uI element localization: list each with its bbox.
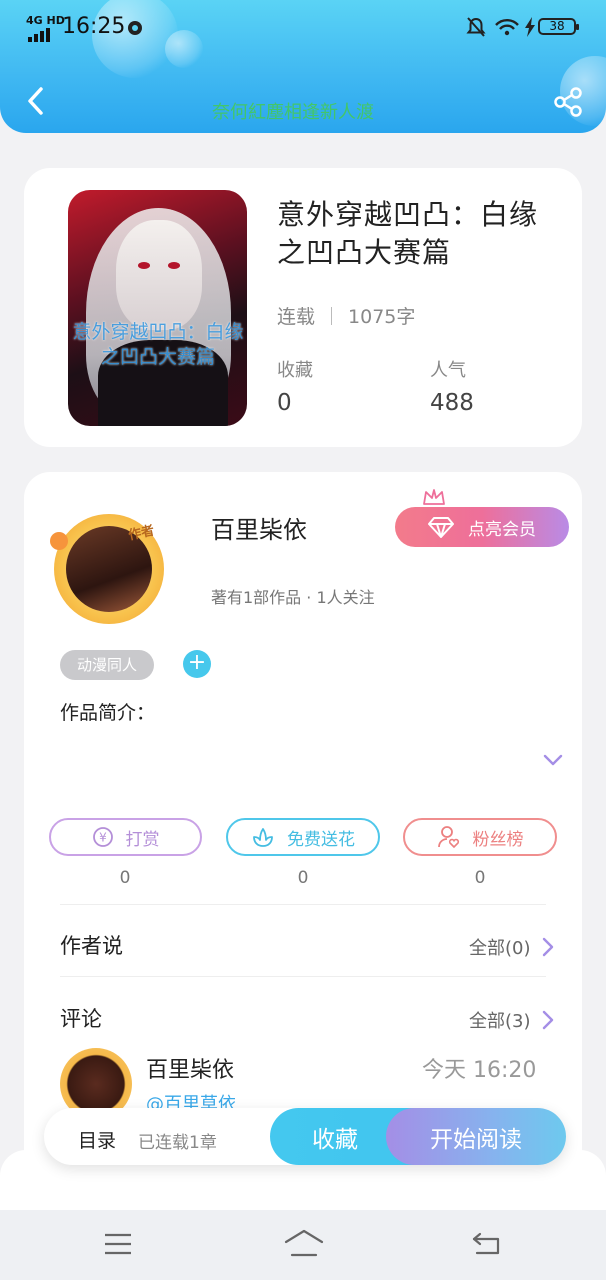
popularity-label: 人气: [430, 360, 466, 381]
comment-time: 今天 16:20: [422, 1058, 537, 1083]
fan-user-icon: [437, 826, 459, 849]
favorites-count: 0: [277, 390, 292, 416]
decor-bubble: [165, 30, 203, 68]
menu-icon[interactable]: [103, 1232, 133, 1256]
send-flower-button[interactable]: 免费送花: [226, 818, 380, 856]
send-flower-label: 免费送花: [287, 829, 355, 850]
toc-button[interactable]: 目录: [78, 1126, 116, 1153]
start-reading-label: 开始阅读: [430, 1126, 522, 1153]
author-says-more[interactable]: 全部(0): [469, 934, 555, 960]
back-nav-icon[interactable]: [471, 1230, 503, 1258]
svg-text:¥: ¥: [99, 831, 107, 845]
add-tag-button[interactable]: +: [183, 650, 211, 678]
tip-count: 0: [119, 868, 131, 888]
signal-icon: [28, 28, 50, 42]
diamond-icon: [428, 517, 454, 538]
book-meta: 连载 1075字: [277, 302, 415, 329]
cover-title-overlay: 意外穿越凹凸：白缘之凹凸大赛篇: [72, 321, 244, 368]
chevron-right-icon: [542, 937, 553, 957]
author-avatar[interactable]: 作者: [40, 504, 200, 626]
fan-count: 0: [474, 868, 486, 888]
chapter-status: 已连载1章: [138, 1133, 217, 1153]
fan-rank-label: 粉丝榜: [472, 829, 524, 850]
intro-label: 作品简介：: [60, 702, 156, 724]
battery-icon: 38: [538, 18, 579, 35]
book-cover[interactable]: 意外穿越凹凸：白缘之凹凸大赛篇: [68, 190, 247, 426]
vip-label: 点亮会员: [468, 519, 536, 540]
app-status-icon: [128, 21, 142, 35]
yen-coin-icon: ¥: [92, 827, 113, 847]
book-title: 意外穿越凹凸：白缘之凹凸大赛篇: [277, 198, 539, 269]
popularity-count: 488: [430, 390, 474, 416]
word-count: 1075字: [348, 306, 416, 328]
expand-chevron-icon[interactable]: [542, 752, 564, 768]
chevron-right-icon: [542, 1010, 553, 1030]
network-indicator: 4G HD: [26, 14, 65, 27]
comments-more-label: 全部(3): [469, 1011, 531, 1032]
commenter-name[interactable]: 百里枈依: [146, 1052, 234, 1084]
wifi-icon: [495, 19, 519, 36]
vip-button[interactable]: 点亮会员: [395, 507, 569, 547]
start-reading-button[interactable]: 开始阅读: [386, 1108, 566, 1165]
header-marquee: 奈何紅塵相逢新人渡: [212, 102, 374, 123]
author-says-more-label: 全部(0): [469, 938, 531, 959]
crown-icon: [423, 489, 445, 505]
meta-divider: [331, 306, 333, 325]
mute-bell-icon: [466, 17, 486, 37]
decor-bubble: [92, 0, 178, 78]
favorites-label: 收藏: [277, 360, 313, 381]
author-stats: 著有1部作品 · 1人关注: [211, 588, 375, 607]
comments-label: 评论: [60, 1007, 102, 1031]
back-arrow-icon[interactable]: [22, 86, 52, 116]
author-says-label: 作者说: [60, 934, 123, 958]
favorite-label: 收藏: [312, 1126, 358, 1153]
fan-rank-button[interactable]: 粉丝榜: [403, 818, 557, 856]
tip-label: 打赏: [125, 829, 160, 850]
share-icon[interactable]: [552, 86, 584, 118]
status-time: 16:25: [62, 14, 126, 39]
genre-tag[interactable]: 动漫同人: [60, 650, 154, 680]
comments-more[interactable]: 全部(3): [469, 1007, 555, 1033]
divider: [60, 976, 546, 977]
tip-button[interactable]: ¥ 打赏: [49, 818, 202, 856]
home-icon[interactable]: [283, 1228, 325, 1258]
book-status: 连载: [277, 306, 316, 328]
flower-icon: [253, 828, 273, 847]
divider: [60, 904, 546, 905]
charging-icon: [525, 17, 535, 37]
author-name[interactable]: 百里枈依: [211, 510, 307, 545]
flower-count: 0: [297, 868, 309, 888]
